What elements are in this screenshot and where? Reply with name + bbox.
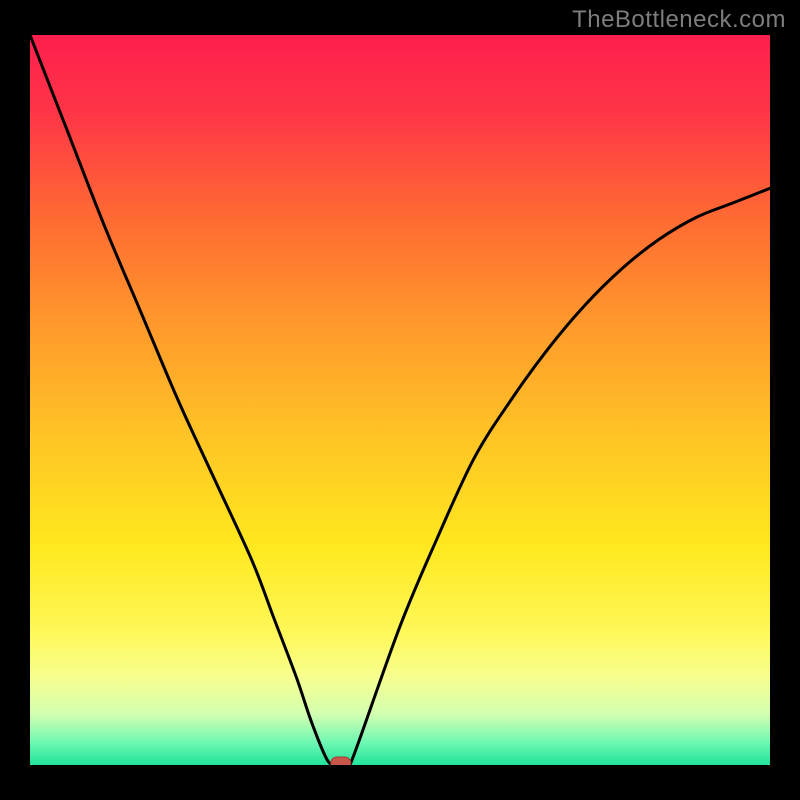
gradient-background [30,35,770,765]
optimum-marker [331,757,351,765]
plot-area [30,35,770,765]
chart-frame: TheBottleneck.com [0,0,800,800]
watermark-text: TheBottleneck.com [572,6,786,34]
chart-svg [30,35,770,765]
